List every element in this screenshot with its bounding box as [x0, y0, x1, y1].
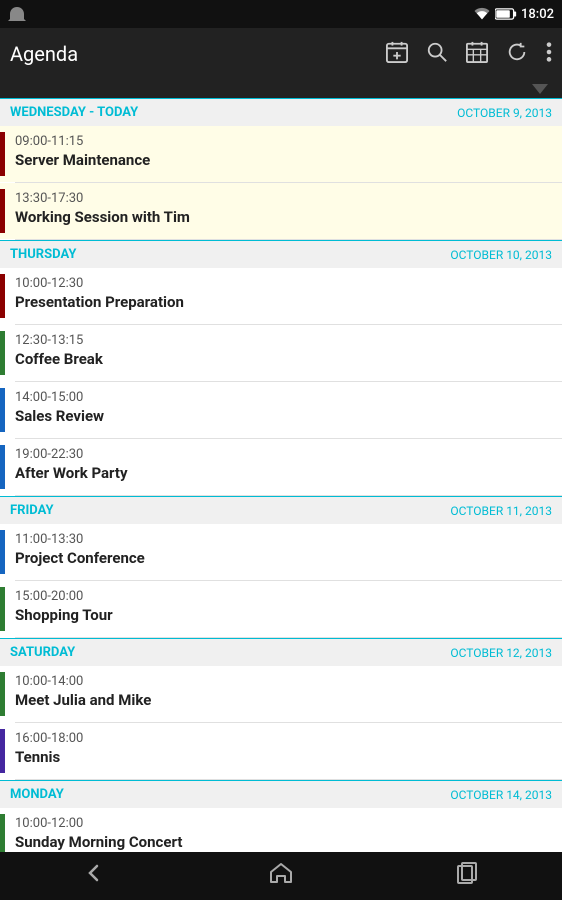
day-date: OCTOBER 14, 2013 — [450, 788, 552, 802]
event-item[interactable]: 09:00-11:15 Server Maintenance — [0, 126, 562, 182]
main-content[interactable]: WEDNESDAY - TODAY OCTOBER 9, 2013 09:00-11… — [0, 98, 562, 852]
recents-button[interactable] — [436, 853, 500, 899]
event-time: 10:00-14:00 — [15, 674, 552, 689]
event-time: 19:00-22:30 — [15, 447, 552, 462]
event-title: Project Conference — [15, 549, 552, 567]
event-title: Tennis — [15, 748, 552, 766]
day-date: OCTOBER 9, 2013 — [457, 106, 552, 120]
battery-icon — [495, 8, 517, 20]
day-name: SATURDAY — [10, 645, 75, 660]
day-name: THURSDAY — [10, 247, 76, 262]
event-title: Server Maintenance — [15, 151, 552, 169]
subtitle-area — [0, 80, 562, 98]
event-item[interactable]: 15:00-20:00 Shopping Tour — [0, 581, 562, 637]
calendar-grid-icon[interactable] — [466, 41, 488, 68]
day-date: OCTOBER 12, 2013 — [450, 646, 552, 660]
event-time: 11:00-13:30 — [15, 532, 552, 547]
event-item[interactable]: 12:30-13:15 Coffee Break — [0, 325, 562, 381]
day-date: OCTOBER 10, 2013 — [450, 248, 552, 262]
event-item[interactable]: 10:00-14:00 Meet Julia and Mike — [0, 666, 562, 722]
event-time: 09:00-11:15 — [15, 134, 552, 149]
event-content: 09:00-11:15 Server Maintenance — [5, 126, 562, 182]
day-header-monday: MONDAY OCTOBER 14, 2013 — [0, 780, 562, 808]
day-name: WEDNESDAY - TODAY — [10, 105, 138, 120]
event-item[interactable]: 14:00-15:00 Sales Review — [0, 382, 562, 438]
day-header-wednesday: WEDNESDAY - TODAY OCTOBER 9, 2013 — [0, 98, 562, 126]
day-name: MONDAY — [10, 787, 64, 802]
event-title: Coffee Break — [15, 350, 552, 368]
event-title: Working Session with Tim — [15, 208, 552, 226]
event-item[interactable]: 13:30-17:30 Working Session with Tim — [0, 183, 562, 239]
event-title: After Work Party — [15, 464, 552, 482]
day-date: OCTOBER 11, 2013 — [450, 504, 552, 518]
event-content: 14:00-15:00 Sales Review — [5, 382, 562, 438]
refresh-icon[interactable] — [506, 41, 528, 68]
event-item[interactable]: 10:00-12:30 Presentation Preparation — [0, 268, 562, 324]
event-item[interactable]: 16:00-18:00 Tennis — [0, 723, 562, 779]
event-content: 11:00-13:30 Project Conference — [5, 524, 562, 580]
top-icons — [386, 41, 552, 68]
dropdown-arrow — [532, 84, 548, 94]
event-content: 15:00-20:00 Shopping Tour — [5, 581, 562, 637]
event-content: 10:00-12:30 Presentation Preparation — [5, 268, 562, 324]
event-content: 13:30-17:30 Working Session with Tim — [5, 183, 562, 239]
status-bar: 18:02 — [0, 0, 562, 28]
search-icon[interactable] — [426, 41, 448, 68]
event-title: Sales Review — [15, 407, 552, 425]
event-title: Presentation Preparation — [15, 293, 552, 311]
event-item[interactable]: 19:00-22:30 After Work Party — [0, 439, 562, 495]
event-title: Shopping Tour — [15, 606, 552, 624]
more-options-icon[interactable] — [546, 41, 552, 68]
event-content: 10:00-12:00 Sunday Morning Concert — [5, 808, 562, 852]
top-bar: Agenda — [0, 28, 562, 80]
notification-icon — [8, 7, 26, 21]
event-content: 12:30-13:15 Coffee Break — [5, 325, 562, 381]
event-content: 16:00-18:00 Tennis — [5, 723, 562, 779]
event-time: 14:00-15:00 — [15, 390, 552, 405]
event-content: 19:00-22:30 After Work Party — [5, 439, 562, 495]
bottom-nav — [0, 852, 562, 900]
status-left — [8, 7, 26, 21]
day-name: FRIDAY — [10, 503, 54, 518]
event-time: 10:00-12:30 — [15, 276, 552, 291]
event-item[interactable]: 10:00-12:00 Sunday Morning Concert — [0, 808, 562, 852]
event-title: Sunday Morning Concert — [15, 833, 552, 851]
event-time: 16:00-18:00 — [15, 731, 552, 746]
home-button[interactable] — [249, 853, 313, 899]
status-right: 18:02 — [473, 7, 554, 22]
time-display: 18:02 — [521, 7, 554, 22]
event-title: Meet Julia and Mike — [15, 691, 552, 709]
event-content: 10:00-14:00 Meet Julia and Mike — [5, 666, 562, 722]
event-time: 12:30-13:15 — [15, 333, 552, 348]
day-header-saturday: SATURDAY OCTOBER 12, 2013 — [0, 638, 562, 666]
event-time: 13:30-17:30 — [15, 191, 552, 206]
new-event-icon[interactable] — [386, 41, 408, 68]
back-button[interactable] — [62, 853, 126, 899]
event-time: 15:00-20:00 — [15, 589, 552, 604]
day-header-thursday: THURSDAY OCTOBER 10, 2013 — [0, 240, 562, 268]
app-title: Agenda — [10, 42, 78, 66]
event-item[interactable]: 11:00-13:30 Project Conference — [0, 524, 562, 580]
wifi-icon — [473, 7, 491, 21]
day-header-friday: FRIDAY OCTOBER 11, 2013 — [0, 496, 562, 524]
event-time: 10:00-12:00 — [15, 816, 552, 831]
